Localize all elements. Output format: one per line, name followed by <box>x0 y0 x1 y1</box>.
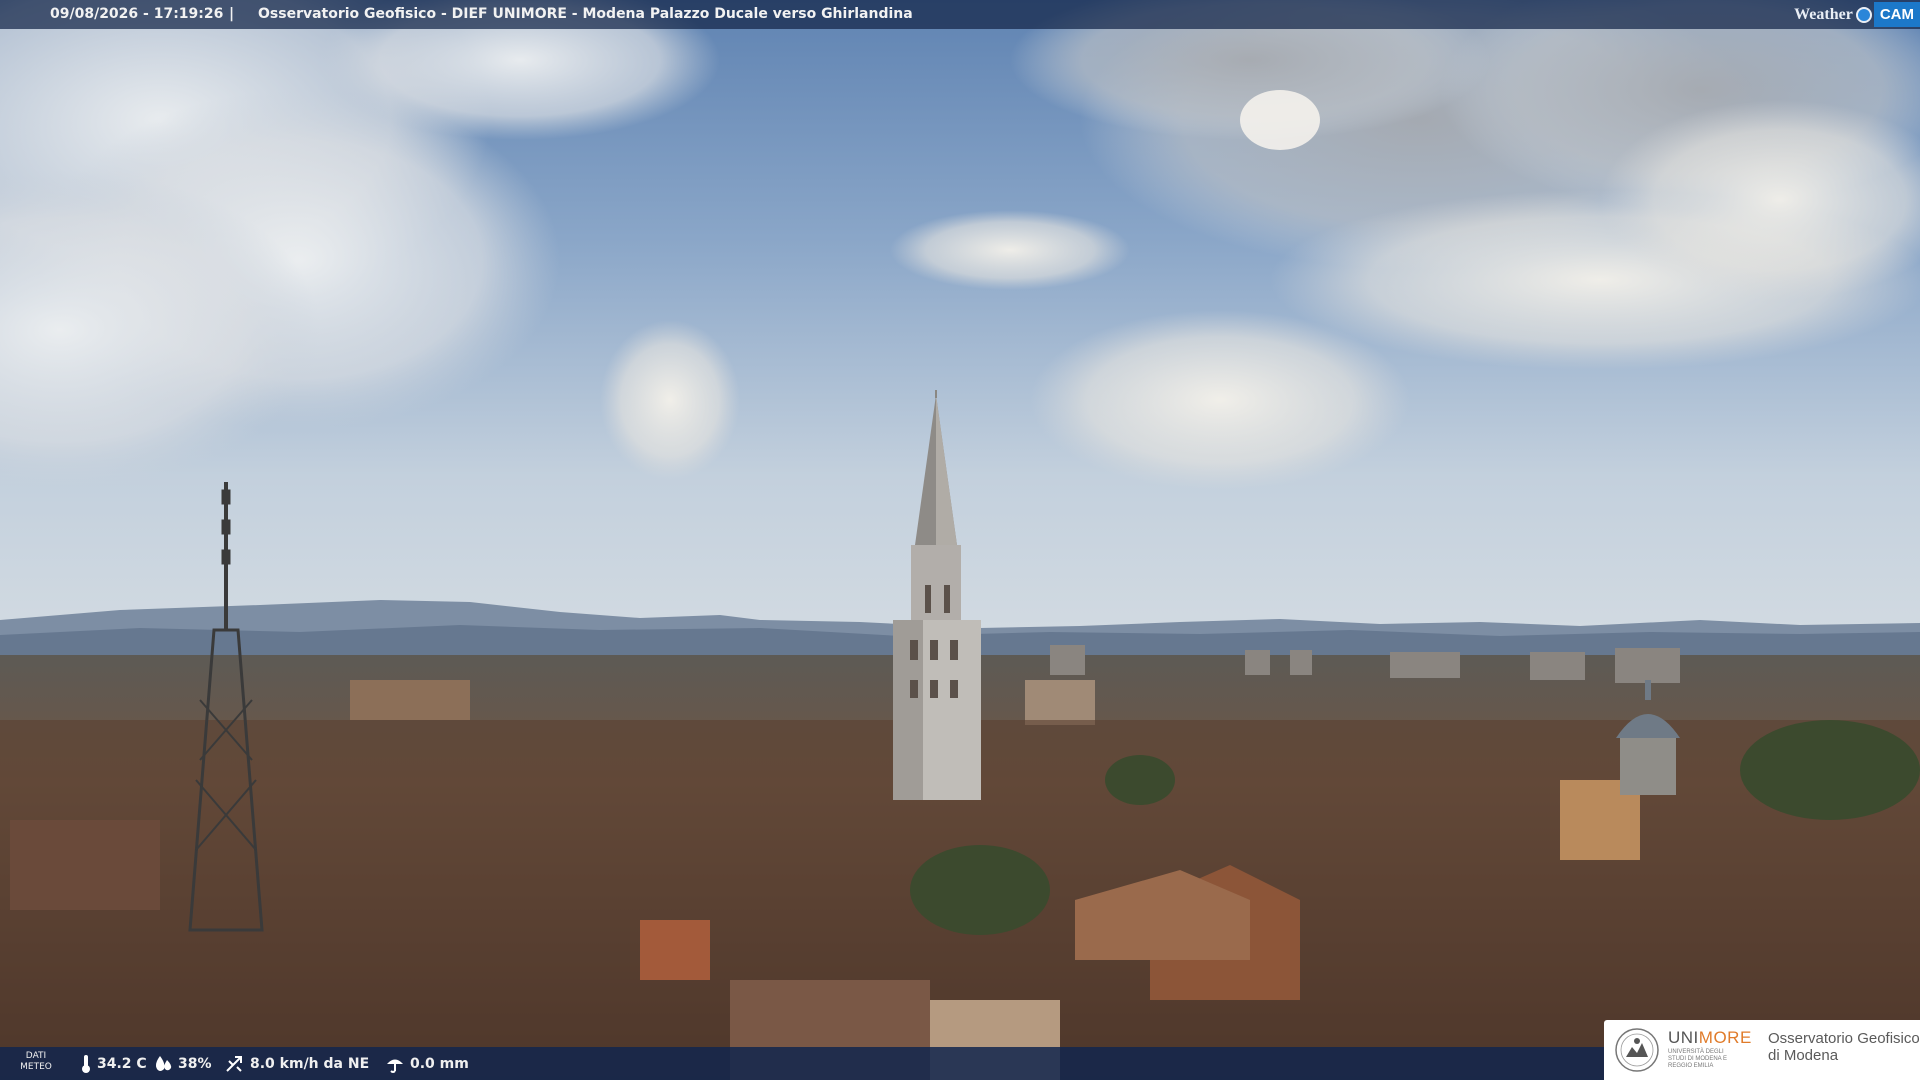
humidity-drop-icon <box>156 1055 172 1071</box>
wind-value: 8.0 km/h da NE <box>250 1055 370 1072</box>
thermometer-icon <box>82 1054 90 1073</box>
temperature-value: 34.2 C <box>97 1055 147 1072</box>
humidity-readout: 38% <box>153 1047 212 1080</box>
weathercam-logo: Weather CAM <box>1794 0 1920 29</box>
humidity-value: 38% <box>178 1055 212 1072</box>
wind-icon <box>226 1055 242 1072</box>
unimore-wordmark: UNIMORE <box>1668 1028 1752 1048</box>
unimore-logo-panel: UNIMORE UNIVERSITÀ DEGLI STUDI DI MODENA… <box>1604 1020 1920 1080</box>
weather-data-label: DATI METEO <box>20 1051 52 1073</box>
timestamp: 09/08/2026 - 17:19:26 <box>50 6 224 22</box>
webcam-scene <box>0 0 1920 1080</box>
observatory-name: Osservatorio Geofisico di Modena <box>1768 1030 1920 1064</box>
camera-lens-icon <box>1855 6 1872 23</box>
temperature-readout: 34.2 C <box>80 1047 147 1080</box>
unimore-wordmark-part1: UNI <box>1668 1028 1699 1047</box>
brand-word: Weather <box>1794 6 1853 23</box>
weather-data-label-line2: METEO <box>20 1062 52 1072</box>
university-subtitle: UNIVERSITÀ DEGLI STUDI DI MODENA E REGGI… <box>1668 1049 1728 1069</box>
observatory-name-line2: di Modena <box>1768 1047 1839 1064</box>
rain-readout: 0.0 mm <box>385 1047 469 1080</box>
rain-gauge-icon <box>387 1059 403 1073</box>
wind-readout: 8.0 km/h da NE <box>225 1047 369 1080</box>
unimore-wordmark-part2: MORE <box>1698 1028 1752 1047</box>
observatory-name-line1: Osservatorio Geofisico <box>1768 1030 1920 1047</box>
brand-tag: CAM <box>1873 2 1920 27</box>
top-overlay-bar: 09/08/2026 - 17:19:26 | Osservatorio Geo… <box>0 0 1920 29</box>
title-separator: | <box>229 6 235 22</box>
camera-title: Osservatorio Geofisico - DIEF UNIMORE - … <box>258 6 913 22</box>
weather-data-label-line1: DATI <box>25 1051 47 1061</box>
unimore-seal-icon <box>1615 1028 1659 1072</box>
rain-value: 0.0 mm <box>410 1055 469 1072</box>
